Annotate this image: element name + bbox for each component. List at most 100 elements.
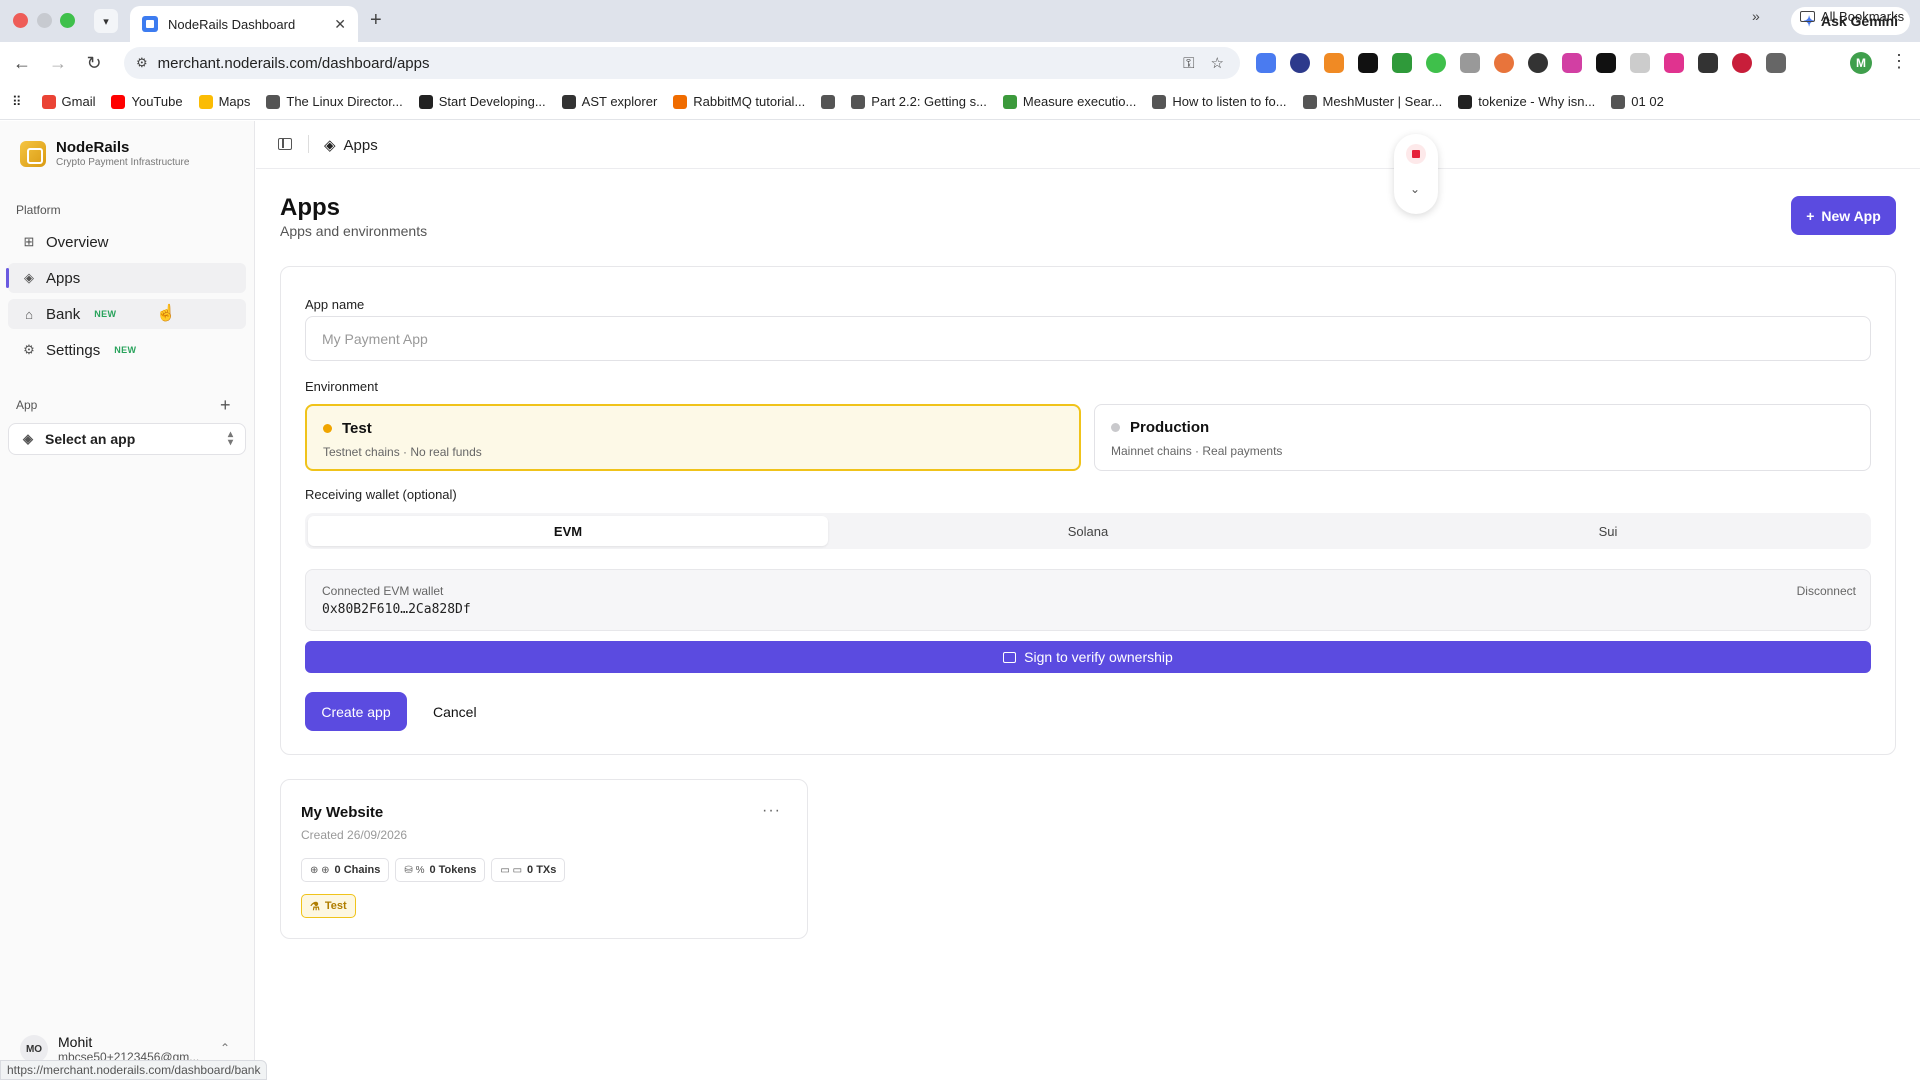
password-key-icon[interactable]: ⚿ xyxy=(1183,55,1194,72)
sidebar-item-overview[interactable]: ⊞ Overview xyxy=(8,227,246,257)
breadcrumb: ◈ Apps xyxy=(324,136,378,155)
disconnect-link[interactable]: Disconnect xyxy=(1797,584,1856,598)
bookmark-item[interactable] xyxy=(821,94,836,109)
sidebar-item-bank[interactable]: ⌂ Bank NEW xyxy=(8,299,246,329)
plus-icon: + xyxy=(1806,207,1815,224)
bookmark-star-icon[interactable]: ☆ xyxy=(1211,54,1224,72)
extension-icon[interactable] xyxy=(1664,53,1684,73)
new-app-button[interactable]: + New App xyxy=(1791,196,1896,235)
environment-option-test[interactable]: Test Testnet chains · No real funds xyxy=(305,404,1081,471)
app-selector[interactable]: ◈ Select an app ▴ ▾ xyxy=(8,423,246,455)
bookmark-item[interactable]: MeshMuster | Sear... xyxy=(1302,94,1442,109)
apps-grid-icon[interactable]: ⠿ xyxy=(12,94,22,110)
extension-icon[interactable] xyxy=(1698,53,1718,73)
app-card[interactable]: My Website ··· Created 26/09/2026 ⊕ ⊕ 0 … xyxy=(280,779,808,939)
extension-icon[interactable] xyxy=(1426,53,1446,73)
all-bookmarks-label: All Bookmarks xyxy=(1821,9,1905,24)
bookmark-item[interactable]: Gmail xyxy=(41,94,95,109)
bookmark-favicon-icon xyxy=(673,94,688,109)
environment-badge-label: Test xyxy=(324,900,347,912)
stop-recording-icon[interactable] xyxy=(1406,144,1426,164)
bookmark-item[interactable]: YouTube xyxy=(111,94,183,109)
more-bookmarks-icon[interactable]: » xyxy=(1752,8,1760,24)
more-options-icon[interactable]: ··· xyxy=(762,802,781,820)
bookmark-favicon-icon xyxy=(198,94,213,109)
environment-description: Testnet chains · No real funds xyxy=(323,445,482,459)
reload-icon[interactable]: ↻ xyxy=(82,51,106,75)
metamask-icon[interactable] xyxy=(1324,53,1344,73)
extension-icon[interactable] xyxy=(1630,53,1650,73)
extension-icon[interactable] xyxy=(1562,53,1582,73)
browser-menu-icon[interactable]: ⋮ xyxy=(1890,51,1908,72)
app-name-label: App name xyxy=(305,297,365,312)
tab-search-button[interactable]: ▾ xyxy=(94,9,118,33)
tab-close-icon[interactable]: ✕ xyxy=(334,16,346,33)
flask-icon: ⚗ xyxy=(310,900,320,913)
tab-title: NodeRails Dashboard xyxy=(168,16,296,32)
extension-icon[interactable] xyxy=(1358,53,1378,73)
bookmark-label: Part 2.2: Getting s... xyxy=(871,94,987,109)
bookmark-label: YouTube xyxy=(131,94,183,109)
browser-tab-bar: ▾ NodeRails Dashboard ✕ + ✦ Ask Gemini xyxy=(0,0,1920,42)
extension-icon[interactable] xyxy=(1732,53,1752,73)
url-text[interactable]: merchant.noderails.com/dashboard/apps xyxy=(158,55,1183,72)
bookmark-item[interactable]: tokenize - Why isn... xyxy=(1458,94,1595,109)
bookmark-item[interactable]: Start Developing... xyxy=(418,94,546,109)
forward-arrow-icon[interactable]: → xyxy=(46,51,70,75)
txs-count: 0 TXs xyxy=(527,864,557,876)
link-preview-status: https://merchant.noderails.com/dashboard… xyxy=(0,1060,268,1080)
bookmark-item[interactable]: How to listen to fo... xyxy=(1152,94,1287,109)
bookmark-item[interactable]: AST explorer xyxy=(561,94,658,109)
download-extension-icon[interactable] xyxy=(1392,53,1412,73)
bookmark-item[interactable]: RabbitMQ tutorial... xyxy=(673,94,805,109)
chevron-down-icon[interactable]: ⌄ xyxy=(1410,182,1420,196)
add-app-plus-icon[interactable]: + xyxy=(220,395,231,416)
browser-tab[interactable]: NodeRails Dashboard ✕ xyxy=(130,6,358,42)
sidebar-item-apps[interactable]: ◈ Apps xyxy=(6,263,246,293)
sidebar-toggle-icon[interactable] xyxy=(278,138,292,150)
back-arrow-icon[interactable]: ← xyxy=(10,51,34,75)
profile-avatar[interactable]: M xyxy=(1850,52,1872,74)
bookmark-item[interactable]: 01 02 xyxy=(1611,94,1664,109)
close-window-button[interactable] xyxy=(13,13,28,28)
bookmark-item[interactable]: Part 2.2: Getting s... xyxy=(851,94,987,109)
bookmark-item[interactable]: Maps xyxy=(198,94,250,109)
folder-icon xyxy=(1800,11,1815,22)
brand[interactable]: NodeRails Crypto Payment Infrastructure xyxy=(20,139,189,168)
cancel-button[interactable]: Cancel xyxy=(433,692,477,731)
brand-name: NodeRails xyxy=(56,139,130,156)
extension-icon[interactable] xyxy=(1290,53,1310,73)
all-bookmarks-button[interactable]: All Bookmarks xyxy=(1800,9,1904,24)
tab-evm[interactable]: EVM xyxy=(308,516,828,546)
extensions-puzzle-icon[interactable] xyxy=(1766,53,1786,73)
environment-option-production[interactable]: Production Mainnet chains · Real payment… xyxy=(1094,404,1871,471)
address-bar[interactable]: ⚙ merchant.noderails.com/dashboard/apps … xyxy=(124,47,1240,79)
bookmark-item[interactable]: The Linux Director... xyxy=(266,94,403,109)
site-info-icon[interactable]: ⚙ xyxy=(136,55,148,71)
sign-verify-button[interactable]: Sign to verify ownership xyxy=(305,641,1871,673)
bookmark-label: AST explorer xyxy=(581,94,658,109)
environment-label: Environment xyxy=(305,379,378,394)
new-tab-button[interactable]: + xyxy=(370,9,382,32)
grid-icon: ⊞ xyxy=(23,234,35,249)
chevron-up-icon[interactable]: ⌃ xyxy=(220,1041,230,1055)
app-created-date: Created 26/09/2026 xyxy=(301,828,408,842)
extension-icon[interactable] xyxy=(1460,53,1480,73)
maximize-window-button[interactable] xyxy=(60,13,75,28)
bookmark-favicon-icon xyxy=(821,94,836,109)
tab-solana[interactable]: Solana xyxy=(828,516,1348,546)
extension-icon[interactable] xyxy=(1596,53,1616,73)
extension-icon[interactable] xyxy=(1528,53,1548,73)
create-app-button[interactable]: Create app xyxy=(305,692,407,731)
bookmark-favicon-icon xyxy=(1152,94,1167,109)
bookmark-item[interactable]: Measure executio... xyxy=(1002,94,1137,109)
avatar: MO xyxy=(20,1035,48,1063)
app-name-input[interactable] xyxy=(305,316,1871,361)
environment-description: Mainnet chains · Real payments xyxy=(1111,444,1283,458)
sidebar-item-settings[interactable]: ⚙ Settings NEW xyxy=(8,335,246,365)
bookmark-label: Measure executio... xyxy=(1022,94,1137,109)
claude-extension-icon[interactable] xyxy=(1494,53,1514,73)
minimize-window-button[interactable] xyxy=(37,13,52,28)
tab-sui[interactable]: Sui xyxy=(1348,516,1868,546)
extension-icon[interactable] xyxy=(1256,53,1276,73)
